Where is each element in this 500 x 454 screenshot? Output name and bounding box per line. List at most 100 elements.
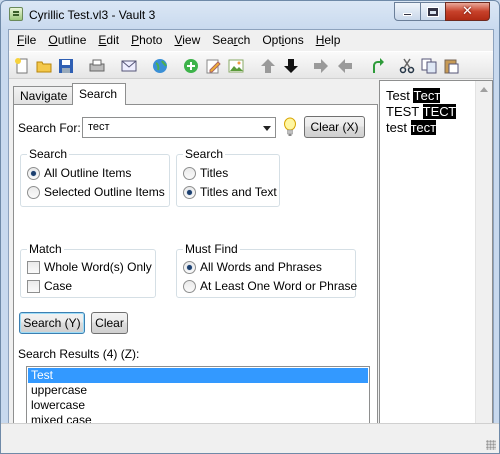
vertical-scrollbar[interactable] xyxy=(475,81,492,449)
radio-titles[interactable]: Titles xyxy=(183,165,228,181)
menu-edit[interactable]: Edit xyxy=(92,30,125,50)
preview-line: test тест xyxy=(386,120,437,135)
clear-button[interactable]: Clear xyxy=(91,312,128,334)
preview-line: Test Тест xyxy=(386,88,441,103)
tab-search-label: Search xyxy=(79,87,118,101)
must-find-group: Must Find All Words and Phrases At Least… xyxy=(176,242,357,298)
clear-button-label: Clear xyxy=(95,316,124,330)
window-title: Cyrillic Test.vl3 - Vault 3 xyxy=(29,8,156,22)
client-area: File Outline Edit Photo View Search Options Hel… xyxy=(8,29,494,450)
preview-text: Test xyxy=(386,88,410,103)
menu-bar: File Outline Edit Photo View Search Options Hel… xyxy=(9,30,493,50)
list-item[interactable]: Test xyxy=(28,368,368,383)
preview-text: TEST xyxy=(386,104,419,119)
checkbox-whole-words[interactable]: Whole Word(s) Only xyxy=(27,259,152,275)
checkbox-whole-label: Whole Word(s) Only xyxy=(44,260,152,274)
search-in-group: Search Titles Titles and Text xyxy=(176,147,280,207)
minimize-icon xyxy=(403,13,412,16)
minimize-button[interactable] xyxy=(394,2,421,21)
menu-file[interactable]: File xyxy=(11,30,42,50)
close-button[interactable]: ✕ xyxy=(445,2,490,21)
move-left-icon[interactable] xyxy=(337,58,353,74)
resize-grip-icon[interactable] xyxy=(486,440,496,450)
radio-all-words[interactable]: All Words and Phrases xyxy=(183,259,322,275)
search-hit-highlight: тест xyxy=(410,120,437,135)
radio-all-words-label: All Words and Phrases xyxy=(200,260,322,274)
tab-search[interactable]: Search xyxy=(72,83,126,105)
save-icon[interactable] xyxy=(58,58,74,74)
edit-icon[interactable] xyxy=(205,58,221,74)
lightbulb-icon[interactable] xyxy=(283,117,297,137)
scope-group-title: Search xyxy=(27,147,70,161)
maximize-button[interactable] xyxy=(420,2,446,21)
search-hit-highlight: ТЕСТ xyxy=(422,104,457,119)
globe-icon[interactable] xyxy=(152,58,168,74)
close-icon: ✕ xyxy=(462,4,473,19)
cut-icon[interactable] xyxy=(399,58,415,74)
search-in-group-title: Search xyxy=(183,147,226,161)
menu-outline[interactable]: Outline xyxy=(42,30,92,50)
radio-titles-text-label: Titles and Text xyxy=(200,185,277,199)
scroll-up-icon[interactable] xyxy=(480,87,488,92)
app-icon xyxy=(9,7,23,21)
radio-at-least-one-label: At Least One Word or Phrase xyxy=(200,279,358,293)
checkbox-case[interactable]: Case xyxy=(27,278,72,294)
radio-indicator[interactable] xyxy=(183,166,196,180)
app-window: Cyrillic Test.vl3 - Vault 3 ✕ File Outlin… xyxy=(0,0,500,454)
photo-icon[interactable] xyxy=(228,58,244,74)
tab-navigate-label: Navigate xyxy=(20,89,68,103)
scope-group: Search All Outline Items Selected Outlin… xyxy=(20,147,170,207)
open-folder-icon[interactable] xyxy=(36,58,52,74)
radio-titles-and-text[interactable]: Titles and Text xyxy=(183,184,277,200)
radio-all-outline-items[interactable]: All Outline Items xyxy=(27,165,131,181)
new-icon[interactable] xyxy=(14,58,30,74)
radio-indicator[interactable] xyxy=(183,185,196,199)
text-preview-pane[interactable]: Test Тест TEST ТЕСТ test тест xyxy=(379,80,493,450)
list-item[interactable]: lowercase xyxy=(28,398,368,413)
toolbar xyxy=(9,51,493,79)
search-button-label: Search (Y) xyxy=(23,316,81,330)
undo-icon[interactable] xyxy=(369,58,385,74)
chevron-down-icon[interactable] xyxy=(263,126,271,131)
search-for-label: Search For: xyxy=(18,121,81,135)
radio-indicator[interactable] xyxy=(27,166,40,180)
print-icon[interactable] xyxy=(89,58,105,74)
preview-text: test xyxy=(386,120,407,135)
menu-help[interactable]: Help xyxy=(310,30,347,50)
clear-x-button[interactable]: Clear (X) xyxy=(304,116,365,138)
menu-photo[interactable]: Photo xyxy=(125,30,168,50)
radio-selected-label: Selected Outline Items xyxy=(44,185,165,199)
radio-all-label: All Outline Items xyxy=(44,166,132,180)
move-right-icon[interactable] xyxy=(313,58,329,74)
preview-line: TEST ТЕСТ xyxy=(386,104,457,119)
maximize-icon xyxy=(428,7,438,16)
menu-view[interactable]: View xyxy=(168,30,206,50)
move-down-icon[interactable] xyxy=(283,58,299,74)
title-bar[interactable]: Cyrillic Test.vl3 - Vault 3 ✕ xyxy=(1,1,499,29)
must-find-group-title: Must Find xyxy=(183,242,240,256)
radio-indicator[interactable] xyxy=(183,260,196,274)
copy-icon[interactable] xyxy=(421,58,437,74)
results-label: Search Results (4) (Z): xyxy=(18,347,140,361)
radio-indicator[interactable] xyxy=(183,279,196,293)
search-panel: Search For: тест Clear (X) Search All Ou… xyxy=(13,104,378,450)
menu-options[interactable]: Options xyxy=(256,30,309,50)
radio-selected-outline-items[interactable]: Selected Outline Items xyxy=(27,184,165,200)
menu-search[interactable]: Search xyxy=(206,30,256,50)
paste-icon[interactable] xyxy=(443,58,459,74)
clear-x-label: Clear (X) xyxy=(310,120,359,134)
move-up-icon[interactable] xyxy=(260,58,276,74)
tab-navigate[interactable]: Navigate xyxy=(13,86,73,105)
match-group-title: Match xyxy=(27,242,64,256)
list-item[interactable]: uppercase xyxy=(28,383,368,398)
search-input[interactable]: тест xyxy=(82,117,276,138)
radio-indicator[interactable] xyxy=(27,185,40,199)
status-bar xyxy=(1,423,499,453)
search-button[interactable]: Search (Y) xyxy=(19,312,85,334)
checkbox-indicator[interactable] xyxy=(27,260,40,274)
checkbox-indicator[interactable] xyxy=(27,279,40,293)
radio-at-least-one[interactable]: At Least One Word or Phrase xyxy=(183,278,357,294)
email-icon[interactable] xyxy=(121,58,137,74)
add-icon[interactable] xyxy=(183,58,199,74)
match-group: Match Whole Word(s) Only Case xyxy=(20,242,156,298)
